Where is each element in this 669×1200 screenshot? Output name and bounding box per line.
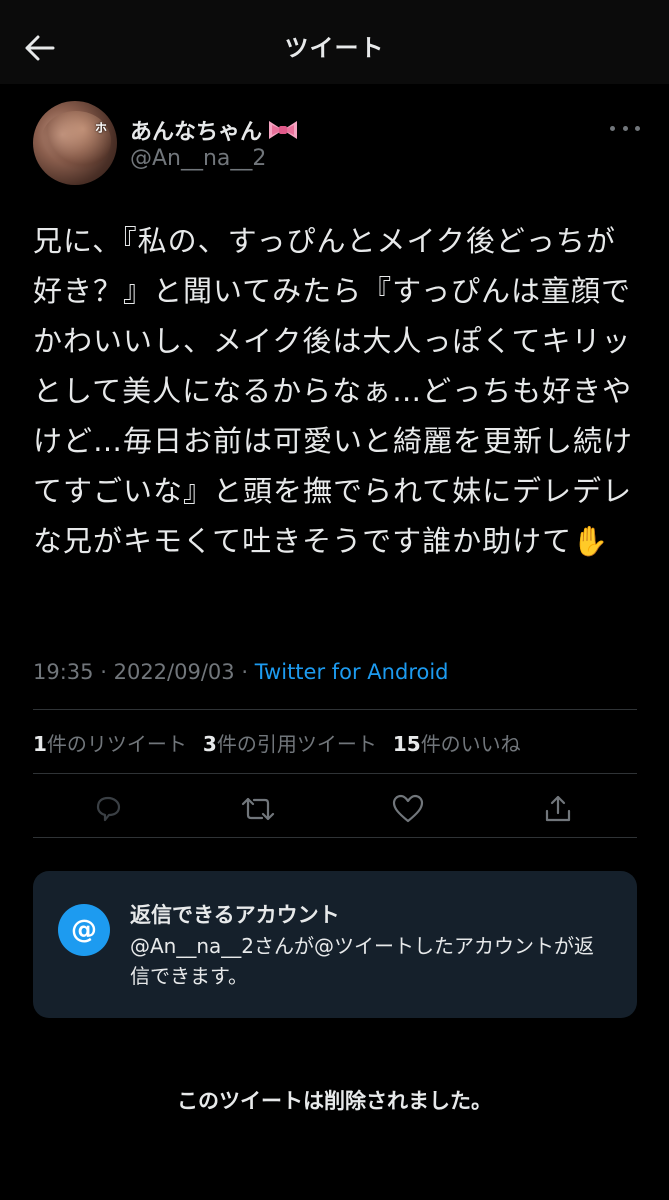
meta-separator: · xyxy=(241,660,249,684)
likes-label: 件のいいね xyxy=(420,732,521,756)
author-name-row[interactable]: あんなちゃん xyxy=(130,114,300,146)
share-button[interactable] xyxy=(538,789,578,829)
quotes-label: 件の引用ツイート xyxy=(216,732,377,756)
retweets-count: 1 xyxy=(33,732,47,756)
retweet-button[interactable] xyxy=(238,789,278,829)
page-title: ツイート xyxy=(284,34,385,62)
like-icon xyxy=(392,794,424,823)
like-button[interactable] xyxy=(388,789,428,829)
more-dot-icon xyxy=(622,125,628,131)
more-dot-icon xyxy=(610,125,615,131)
reply-restriction-card: @ 返信できるアカウント @An__na__2さんが@ツイートしたアカウントが返… xyxy=(33,871,637,1018)
tweet-meta: 19:35 · 2022/09/03 · Twitter for Android xyxy=(33,660,449,684)
avatar-text: ホ xyxy=(94,121,107,135)
share-icon xyxy=(545,795,571,822)
tweet-text: 兄に、『私の、すっぴんとメイク後どっちが好き？』と聞いてみたら『すっぴんは童顔で… xyxy=(33,224,634,558)
tweet-detail-screen: ツイート ホ あんなちゃん @An__na__2 兄に、『私の、すっぴんとメイク… xyxy=(0,0,669,1200)
tweet-time[interactable]: 19:35 xyxy=(33,660,94,684)
reply-restriction-text: @An__na__2さんが@ツイートしたアカウントが返信できます。 xyxy=(130,934,595,988)
likes-stat[interactable]: 15件のいいね xyxy=(393,728,521,757)
tweet-source-link[interactable]: Twitter for Android xyxy=(255,660,449,684)
more-dot-icon xyxy=(635,125,640,131)
avatar[interactable]: ホ xyxy=(33,101,117,185)
more-options-button[interactable] xyxy=(610,116,640,140)
divider xyxy=(33,709,637,710)
display-name: あんなちゃん xyxy=(130,120,263,145)
retweets-stat[interactable]: 1件のリツイート xyxy=(33,728,187,757)
likes-count: 15 xyxy=(392,732,421,756)
reply-button[interactable] xyxy=(88,789,128,829)
divider xyxy=(33,837,637,838)
ribbon-icon xyxy=(269,121,298,139)
engagement-stats: 1件のリツイート 3件の引用ツイート 15件のいいね xyxy=(33,728,521,757)
author-handle[interactable]: @An__na__2 xyxy=(130,146,266,171)
deleted-tweet-notice: このツイートは削除されました。 xyxy=(177,1089,492,1113)
reply-icon xyxy=(96,796,121,822)
retweet-icon xyxy=(241,797,275,821)
quotes-stat[interactable]: 3件の引用ツイート xyxy=(203,728,377,757)
top-bar: ツイート xyxy=(0,0,669,84)
divider xyxy=(33,773,637,774)
meta-separator: · xyxy=(100,660,107,684)
quotes-count: 3 xyxy=(202,732,217,756)
reply-restriction-title: 返信できるアカウント xyxy=(130,903,340,927)
at-sign-icon: @ xyxy=(58,904,110,956)
retweets-label: 件のリツイート xyxy=(46,732,187,756)
tweet-date[interactable]: 2022/09/03 xyxy=(114,660,235,684)
